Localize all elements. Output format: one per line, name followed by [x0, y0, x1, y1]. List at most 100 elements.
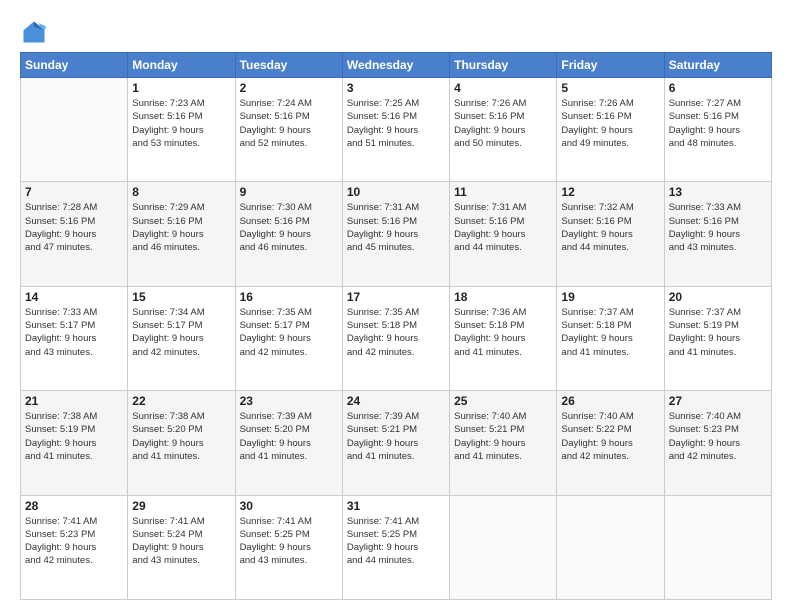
day-number: 21 [25, 394, 123, 408]
calendar-cell: 2Sunrise: 7:24 AMSunset: 5:16 PMDaylight… [235, 78, 342, 182]
day-number: 28 [25, 499, 123, 513]
calendar-cell: 3 Sunrise: 7:25 AMSunset: 5:16 PMDaylight… [342, 78, 449, 182]
day-info: Sunrise: 7:40 AMSunset: 5:22 PMDaylight:… [561, 410, 659, 463]
calendar-cell [557, 495, 664, 599]
calendar-cell: 30 Sunrise: 7:41 AMSunset: 5:25 PMDayligh… [235, 495, 342, 599]
calendar-cell: 6 Sunrise: 7:27 AMSunset: 5:16 PMDaylight… [664, 78, 771, 182]
day-info: Sunrise: 7:31 AMSunset: 5:16 PMDaylight:… [454, 201, 552, 254]
day-number: 12 [561, 185, 659, 199]
calendar-cell: 25 Sunrise: 7:40 AMSunset: 5:21 PMDayligh… [450, 391, 557, 495]
day-info: Sunrise: 7:41 AMSunset: 5:23 PMDaylight:… [25, 515, 123, 568]
calendar-cell: 9Sunrise: 7:30 AMSunset: 5:16 PMDaylight… [235, 182, 342, 286]
day-number: 17 [347, 290, 445, 304]
weekday-header-friday: Friday [557, 53, 664, 78]
calendar-cell: 4 Sunrise: 7:26 AMSunset: 5:16 PMDaylight… [450, 78, 557, 182]
calendar-cell: 17 Sunrise: 7:35 AMSunset: 5:18 PMDayligh… [342, 286, 449, 390]
day-info: Sunrise: 7:41 AMSunset: 5:24 PMDaylight:… [132, 515, 230, 568]
day-number: 13 [669, 185, 767, 199]
calendar-cell: 10 Sunrise: 7:31 AMSunset: 5:16 PMDayligh… [342, 182, 449, 286]
calendar-cell: 22 Sunrise: 7:38 AMSunset: 5:20 PMDayligh… [128, 391, 235, 495]
logo [20, 18, 52, 46]
calendar-cell: 27 Sunrise: 7:40 AMSunset: 5:23 PMDayligh… [664, 391, 771, 495]
day-number: 9 [240, 185, 338, 199]
day-info: Sunrise: 7:40 AMSunset: 5:21 PMDaylight:… [454, 410, 552, 463]
calendar-cell: 13 Sunrise: 7:33 AMSunset: 5:16 PMDayligh… [664, 182, 771, 286]
calendar-cell: 29 Sunrise: 7:41 AMSunset: 5:24 PMDayligh… [128, 495, 235, 599]
page: SundayMondayTuesdayWednesdayThursdayFrid… [0, 0, 792, 612]
day-info: Sunrise: 7:33 AMSunset: 5:17 PMDaylight:… [25, 306, 123, 359]
day-number: 29 [132, 499, 230, 513]
calendar-cell [664, 495, 771, 599]
calendar-cell: 18 Sunrise: 7:36 AMSunset: 5:18 PMDayligh… [450, 286, 557, 390]
day-info: Sunrise: 7:29 AMSunset: 5:16 PMDaylight:… [132, 201, 230, 254]
day-info: Sunrise: 7:32 AMSunset: 5:16 PMDaylight:… [561, 201, 659, 254]
day-info: Sunrise: 7:26 AMSunset: 5:16 PMDaylight:… [454, 97, 552, 150]
calendar: SundayMondayTuesdayWednesdayThursdayFrid… [20, 52, 772, 600]
calendar-cell: 15 Sunrise: 7:34 AMSunset: 5:17 PMDayligh… [128, 286, 235, 390]
weekday-header-sunday: Sunday [21, 53, 128, 78]
day-number: 18 [454, 290, 552, 304]
day-number: 5 [561, 81, 659, 95]
day-info: Sunrise: 7:36 AMSunset: 5:18 PMDaylight:… [454, 306, 552, 359]
day-number: 4 [454, 81, 552, 95]
weekday-header-monday: Monday [128, 53, 235, 78]
day-number: 30 [240, 499, 338, 513]
calendar-cell [21, 78, 128, 182]
calendar-cell: 19Sunrise: 7:37 AMSunset: 5:18 PMDayligh… [557, 286, 664, 390]
calendar-cell [450, 495, 557, 599]
calendar-cell: 1 Sunrise: 7:23 AMSunset: 5:16 PMDaylight… [128, 78, 235, 182]
day-info: Sunrise: 7:40 AMSunset: 5:23 PMDaylight:… [669, 410, 767, 463]
calendar-cell: 28 Sunrise: 7:41 AMSunset: 5:23 PMDayligh… [21, 495, 128, 599]
calendar-cell: 5 Sunrise: 7:26 AMSunset: 5:16 PMDaylight… [557, 78, 664, 182]
calendar-cell: 26 Sunrise: 7:40 AMSunset: 5:22 PMDayligh… [557, 391, 664, 495]
day-info: Sunrise: 7:39 AMSunset: 5:20 PMDaylight:… [240, 410, 338, 463]
weekday-header-tuesday: Tuesday [235, 53, 342, 78]
day-info: Sunrise: 7:31 AMSunset: 5:16 PMDaylight:… [347, 201, 445, 254]
day-number: 8 [132, 185, 230, 199]
day-number: 3 [347, 81, 445, 95]
day-info: Sunrise: 7:33 AMSunset: 5:16 PMDaylight:… [669, 201, 767, 254]
calendar-cell: 8 Sunrise: 7:29 AMSunset: 5:16 PMDaylight… [128, 182, 235, 286]
calendar-cell: 12 Sunrise: 7:32 AMSunset: 5:16 PMDayligh… [557, 182, 664, 286]
day-info: Sunrise: 7:41 AMSunset: 5:25 PMDaylight:… [347, 515, 445, 568]
day-info: Sunrise: 7:37 AMSunset: 5:18 PMDaylight:… [561, 306, 659, 359]
weekday-header-wednesday: Wednesday [342, 53, 449, 78]
day-number: 20 [669, 290, 767, 304]
day-info: Sunrise: 7:35 AMSunset: 5:17 PMDaylight:… [240, 306, 338, 359]
day-number: 27 [669, 394, 767, 408]
day-info: Sunrise: 7:26 AMSunset: 5:16 PMDaylight:… [561, 97, 659, 150]
day-info: Sunrise: 7:38 AMSunset: 5:19 PMDaylight:… [25, 410, 123, 463]
day-number: 31 [347, 499, 445, 513]
day-info: Sunrise: 7:25 AMSunset: 5:16 PMDaylight:… [347, 97, 445, 150]
day-number: 15 [132, 290, 230, 304]
day-info: Sunrise: 7:27 AMSunset: 5:16 PMDaylight:… [669, 97, 767, 150]
logo-icon [20, 18, 48, 46]
day-number: 14 [25, 290, 123, 304]
calendar-cell: 31 Sunrise: 7:41 AMSunset: 5:25 PMDayligh… [342, 495, 449, 599]
calendar-cell: 23 Sunrise: 7:39 AMSunset: 5:20 PMDayligh… [235, 391, 342, 495]
calendar-cell: 14 Sunrise: 7:33 AMSunset: 5:17 PMDayligh… [21, 286, 128, 390]
day-info: Sunrise: 7:41 AMSunset: 5:25 PMDaylight:… [240, 515, 338, 568]
day-info: Sunrise: 7:34 AMSunset: 5:17 PMDaylight:… [132, 306, 230, 359]
day-number: 11 [454, 185, 552, 199]
weekday-header-thursday: Thursday [450, 53, 557, 78]
day-number: 16 [240, 290, 338, 304]
calendar-cell: 16 Sunrise: 7:35 AMSunset: 5:17 PMDayligh… [235, 286, 342, 390]
day-info: Sunrise: 7:23 AMSunset: 5:16 PMDaylight:… [132, 97, 230, 150]
day-number: 1 [132, 81, 230, 95]
day-info: Sunrise: 7:35 AMSunset: 5:18 PMDaylight:… [347, 306, 445, 359]
weekday-header-saturday: Saturday [664, 53, 771, 78]
day-info: Sunrise: 7:38 AMSunset: 5:20 PMDaylight:… [132, 410, 230, 463]
calendar-cell: 11 Sunrise: 7:31 AMSunset: 5:16 PMDayligh… [450, 182, 557, 286]
day-number: 10 [347, 185, 445, 199]
day-number: 23 [240, 394, 338, 408]
day-number: 25 [454, 394, 552, 408]
day-number: 26 [561, 394, 659, 408]
day-info: Sunrise: 7:37 AMSunset: 5:19 PMDaylight:… [669, 306, 767, 359]
calendar-cell: 24Sunrise: 7:39 AMSunset: 5:21 PMDayligh… [342, 391, 449, 495]
day-number: 22 [132, 394, 230, 408]
calendar-cell: 20 Sunrise: 7:37 AMSunset: 5:19 PMDayligh… [664, 286, 771, 390]
day-info: Sunrise: 7:28 AMSunset: 5:16 PMDaylight:… [25, 201, 123, 254]
day-info: Sunrise: 7:24 AMSunset: 5:16 PMDaylight:… [240, 97, 338, 150]
day-number: 6 [669, 81, 767, 95]
